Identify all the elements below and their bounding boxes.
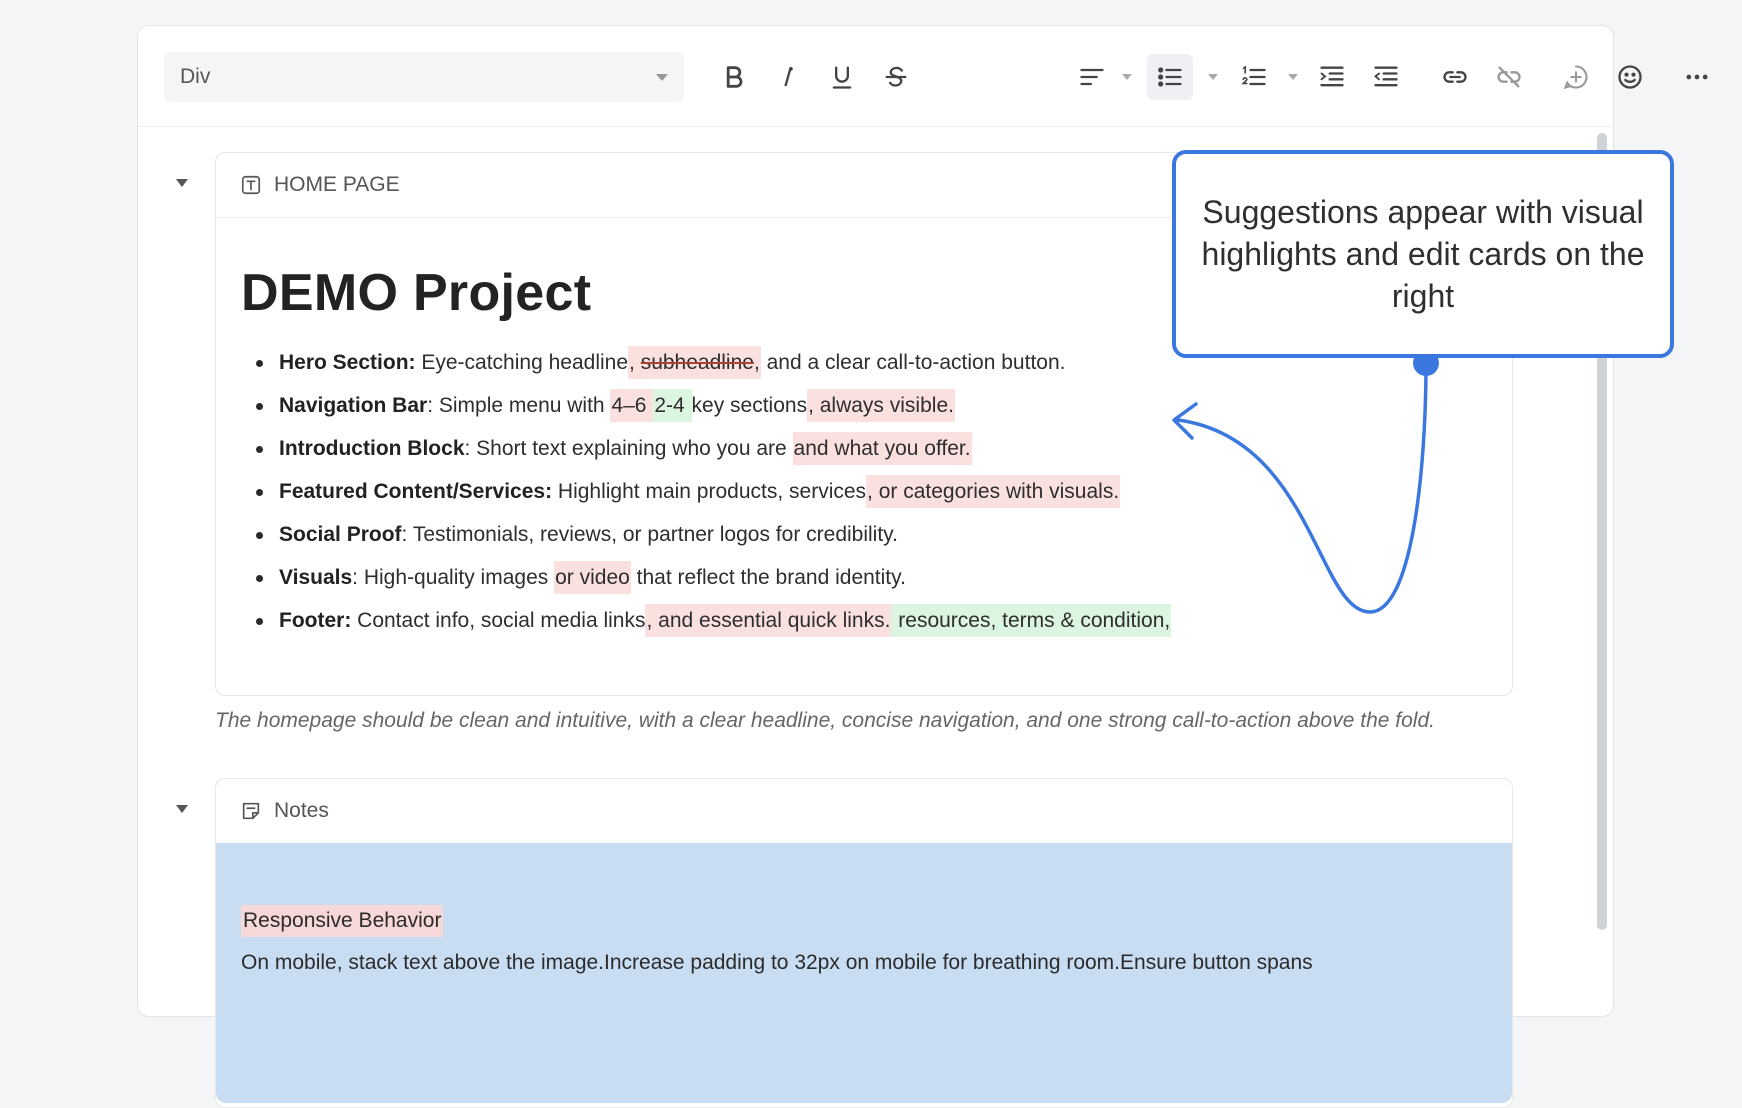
list-item: Featured Content/Services: Highlight mai… <box>255 470 1171 513</box>
more-icon <box>1686 74 1708 80</box>
note-icon <box>242 802 260 820</box>
numbered-list-dropdown-icon[interactable] <box>1288 74 1298 80</box>
strikethrough-icon <box>885 66 907 87</box>
indent-button[interactable] <box>1309 54 1355 100</box>
link-button[interactable] <box>1432 54 1478 100</box>
list-item: Introduction Block: Short text explainin… <box>255 427 1171 470</box>
notes-header: Notes <box>216 779 1512 844</box>
annotation-callout: Suggestions appear with visual highlight… <box>1172 150 1674 358</box>
notes-label: Notes <box>274 799 329 822</box>
outdent-icon <box>1374 66 1398 87</box>
italic-icon <box>784 66 793 87</box>
align-dropdown-icon[interactable] <box>1122 74 1132 80</box>
more-button[interactable] <box>1674 54 1720 100</box>
suggested-deletion[interactable]: , subheadline, <box>628 346 761 379</box>
numbered-list-button[interactable] <box>1231 54 1277 100</box>
outdent-button[interactable] <box>1363 54 1409 100</box>
align-button[interactable] <box>1069 54 1115 100</box>
notes-paragraph: On mobile, stack text above the image.In… <box>241 951 1313 974</box>
italic-button[interactable] <box>765 54 811 100</box>
suggested-deletion[interactable]: or video <box>554 561 631 594</box>
highlighted-heading: Responsive Behavior <box>241 905 444 937</box>
suggested-deletion[interactable]: , and essential quick links. <box>645 604 892 637</box>
bold-button[interactable] <box>711 54 757 100</box>
notes-section: Notes Responsive Behavior On mobile, sta… <box>215 778 1513 1108</box>
bullet-list-icon <box>1158 67 1182 87</box>
formatting-toolbar: Div <box>138 26 1708 127</box>
suggested-deletion[interactable]: 4–6 <box>610 389 654 422</box>
notes-content[interactable]: Responsive Behavior On mobile, stack tex… <box>216 843 1512 1103</box>
strikethrough-button[interactable] <box>873 54 919 100</box>
text-block-icon <box>241 175 261 195</box>
section-caption: The homepage should be clean and intuiti… <box>215 709 1435 732</box>
suggested-deletion[interactable]: and what you offer. <box>792 432 972 465</box>
suggested-insertion[interactable]: 2-4 <box>653 389 692 422</box>
block-type-value: Div <box>180 65 211 88</box>
unlink-icon <box>1497 66 1521 88</box>
strikethrough-text: subheadline <box>640 351 754 374</box>
home-page-label: HOME PAGE <box>274 173 400 196</box>
indent-icon <box>1320 66 1344 87</box>
align-icon <box>1080 68 1104 86</box>
bold-icon <box>726 66 743 88</box>
list-item: Hero Section: Eye-catching headline, sub… <box>255 341 1171 384</box>
numbered-list-icon <box>1241 65 1266 86</box>
suggested-deletion[interactable]: , always visible. <box>807 389 955 422</box>
link-icon <box>1443 71 1467 83</box>
list-item: Navigation Bar: Simple menu with 4–6 2-4… <box>255 384 1171 427</box>
underline-icon <box>832 66 852 89</box>
emoji-button[interactable] <box>1607 54 1653 100</box>
block-type-select[interactable]: Div <box>164 52 684 102</box>
callout-text: Suggestions appear with visual highlight… <box>1201 194 1645 314</box>
suggested-deletion[interactable]: , or categories with visuals. <box>866 475 1121 508</box>
bullet-list-dropdown-icon[interactable] <box>1208 74 1218 80</box>
underline-button[interactable] <box>819 54 865 100</box>
collapse-notes-section-icon[interactable] <box>176 805 188 813</box>
unlink-button[interactable] <box>1486 54 1532 100</box>
list-item: Footer: Contact info, social media links… <box>255 599 1172 642</box>
list-item: Social Proof: Testimonials, reviews, or … <box>255 513 1171 556</box>
list-item: Visuals: High-quality images or video th… <box>255 556 1171 599</box>
add-comment-icon <box>1563 65 1588 90</box>
add-comment-button[interactable] <box>1553 54 1599 100</box>
emoji-icon <box>1618 65 1642 89</box>
bullet-list-button[interactable] <box>1147 54 1193 100</box>
collapse-home-section-icon[interactable] <box>176 179 188 187</box>
document-title: DEMO Project <box>241 264 592 322</box>
feature-list: Hero Section: Eye-catching headline, sub… <box>241 341 1172 642</box>
chevron-down-icon <box>656 73 668 81</box>
suggested-insertion[interactable]: resources, terms & condition, <box>891 604 1172 637</box>
